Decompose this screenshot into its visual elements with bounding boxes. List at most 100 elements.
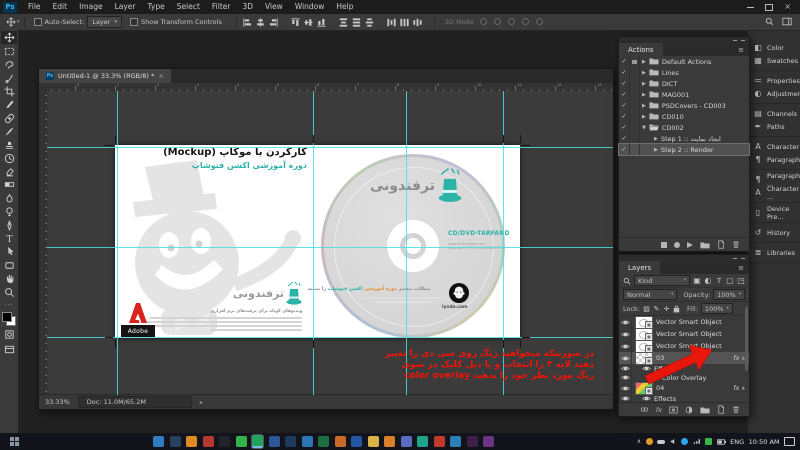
action-toggle-check[interactable]: ✓ <box>619 89 630 100</box>
stop-icon[interactable] <box>661 241 667 248</box>
action-dialog-toggle[interactable] <box>630 122 640 133</box>
tray-expand-icon[interactable]: ∧ <box>637 438 641 445</box>
quick-mask-icon[interactable] <box>1 328 17 341</box>
crop-tool[interactable] <box>1 85 17 98</box>
twirl-closed-icon[interactable]: ▶ <box>642 92 646 98</box>
blur-tool[interactable] <box>1 192 17 205</box>
action-dialog-toggle[interactable] <box>630 78 640 89</box>
document-info-field[interactable]: Doc: 11.0M/65.2M <box>77 396 192 408</box>
minimize-icon[interactable] <box>747 6 755 8</box>
twirl-closed-icon[interactable]: ▶ <box>642 114 646 120</box>
gradient-tool[interactable] <box>1 178 17 191</box>
horizontal-type-tool[interactable]: T <box>1 232 17 245</box>
layer-fx-icon[interactable]: fx <box>656 406 662 414</box>
new-set-icon[interactable] <box>700 241 710 249</box>
lock-transparent-icon[interactable]: ▨ <box>643 304 650 314</box>
action-toggle-check[interactable]: ✓ <box>619 111 630 122</box>
action-set-cd002[interactable]: ✓ ▼ CD002 <box>619 122 749 133</box>
align-right-icon[interactable] <box>267 16 280 28</box>
menu-edit[interactable]: Edit <box>47 0 74 14</box>
rectangular-marquee-tool[interactable] <box>1 44 17 57</box>
quick-selection-tool[interactable] <box>1 71 17 84</box>
zoom-level[interactable]: 33.33% <box>45 398 70 406</box>
menu-image[interactable]: Image <box>73 0 109 14</box>
action-toggle-check[interactable]: ✓ <box>619 67 630 78</box>
action-set-cd010[interactable]: ✓ ▶ CD010 <box>619 111 749 122</box>
opacity-field[interactable]: 100% ▾ <box>713 289 745 300</box>
taskbar-app-6[interactable] <box>235 436 247 447</box>
action-toggle-check[interactable]: ✓ <box>619 56 630 67</box>
align-bottom-icon[interactable] <box>315 16 328 28</box>
filter-pixel-icon[interactable]: ▣ <box>693 276 701 286</box>
auto-select-target-dropdown[interactable]: Layer ▾ <box>87 16 122 28</box>
dock-panel-color[interactable]: ◧ Color <box>748 41 800 54</box>
action-dialog-toggle[interactable] <box>630 133 640 144</box>
adjustment-layer-icon[interactable] <box>685 406 693 414</box>
taskbar-app-1[interactable] <box>153 436 164 447</box>
tray-key-icon[interactable] <box>645 438 653 445</box>
taskbar-app-3[interactable] <box>186 436 197 447</box>
twirl-closed-icon[interactable]: ▶ <box>642 70 646 76</box>
dock-panel-character[interactable]: A Character <box>748 140 800 153</box>
filter-shape-icon[interactable]: ▢ <box>726 276 734 286</box>
language-indicator[interactable]: ENG <box>730 438 744 446</box>
filter-kind-dropdown[interactable]: Kind ▾ <box>634 275 690 286</box>
action-toggle-check[interactable]: ✓ <box>619 144 630 155</box>
dist-h-center-icon[interactable] <box>398 16 411 28</box>
zoom-tool[interactable] <box>1 285 17 298</box>
taskbar-app-2[interactable] <box>169 436 181 447</box>
action-dialog-toggle[interactable] <box>630 111 640 122</box>
fill-field[interactable]: 100% ▾ <box>700 303 733 314</box>
taskbar-app-14[interactable] <box>367 436 379 447</box>
dock-panel-device-pre-[interactable]: ▯ Device Pre... <box>748 205 800 221</box>
tray-speaker-icon[interactable] <box>670 438 677 445</box>
action-set-dict[interactable]: ✓ ▶ DICT <box>619 78 749 89</box>
search-icon[interactable] <box>765 17 774 28</box>
twirl-closed-icon[interactable]: ▶ <box>642 81 646 87</box>
dock-panel-adjustments[interactable]: ◐ Adjustments <box>748 87 800 100</box>
menu-select[interactable]: Select <box>171 0 206 14</box>
tab-actions[interactable]: Actions <box>619 43 663 56</box>
lock-all-icon[interactable] <box>673 305 680 313</box>
action-dialog-toggle[interactable] <box>630 144 640 155</box>
layer-group-icon[interactable] <box>700 406 710 414</box>
start-button-icon[interactable] <box>10 437 19 446</box>
twirl-closed-icon[interactable]: ▶ <box>642 59 646 65</box>
taskbar-app-16[interactable] <box>400 436 412 447</box>
align-top-icon[interactable] <box>289 16 302 28</box>
record-icon[interactable] <box>674 241 680 248</box>
tab-layers[interactable]: Layers <box>619 261 661 274</box>
action-set-default-actions[interactable]: ✓ ▶ Default Actions <box>619 56 749 67</box>
dock-panel-properties[interactable]: ≔ Properties <box>748 74 800 87</box>
taskbar-app-5[interactable] <box>219 436 230 447</box>
action-dialog-toggle[interactable] <box>630 89 640 100</box>
menu-type[interactable]: Type <box>142 0 171 14</box>
dock-panel-paragraph[interactable]: ¶ Paragraph <box>748 153 800 166</box>
menu-view[interactable]: View <box>259 0 289 14</box>
dock-panel-swatches[interactable]: ▦ Swatches <box>748 54 800 67</box>
taskbar-app-12[interactable] <box>334 436 346 447</box>
twirl-closed-icon[interactable]: ▶ <box>642 103 646 109</box>
auto-select-checkbox[interactable] <box>33 18 42 26</box>
clock[interactable]: 10:50 AM <box>749 438 780 446</box>
rectangle-shape-tool[interactable] <box>1 259 17 272</box>
color-swatches[interactable] <box>2 311 16 326</box>
taskbar-app-17[interactable] <box>417 436 428 447</box>
action-toggle-check[interactable]: ✓ <box>619 78 630 89</box>
spot-healing-brush-tool[interactable] <box>1 111 17 124</box>
blend-mode-dropdown[interactable]: Normal ▾ <box>623 289 678 300</box>
menu-help[interactable]: Help <box>330 0 359 14</box>
panel-menu-icon[interactable]: ≡ <box>738 264 749 272</box>
pen-tool[interactable] <box>1 218 17 231</box>
action-dialog-toggle[interactable] <box>630 56 640 67</box>
dist-top-icon[interactable] <box>337 16 350 28</box>
action-toggle-check[interactable]: ✓ <box>619 122 630 133</box>
document-tab[interactable]: Ps Untitled-1 @ 33.3% (RGB/8) * × <box>39 69 172 83</box>
tray-battery-icon[interactable] <box>716 438 726 445</box>
taskbar-app-15[interactable] <box>384 436 395 447</box>
action-center-icon[interactable] <box>784 437 795 446</box>
dock-panel-channels[interactable]: ▤ Channels <box>748 107 800 120</box>
menu-3d[interactable]: 3D <box>236 0 259 14</box>
dodge-tool[interactable] <box>1 205 17 218</box>
menu-layer[interactable]: Layer <box>109 0 142 14</box>
